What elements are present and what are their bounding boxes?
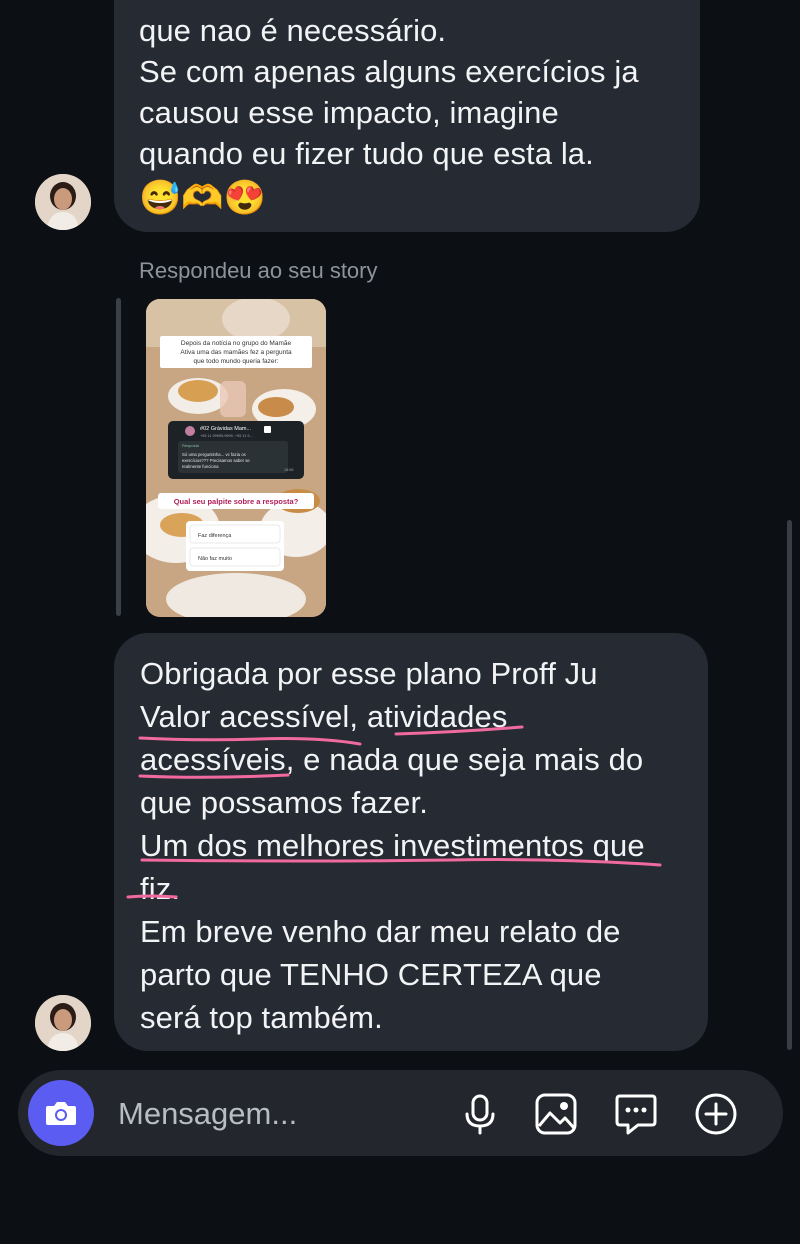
message-input[interactable] xyxy=(116,1091,450,1137)
camera-button[interactable] xyxy=(28,1080,94,1146)
underlined-text: atividades xyxy=(366,699,508,734)
story-option: Faz diferença xyxy=(198,533,232,539)
story-question: Qual seu palpite sobre a resposta? xyxy=(174,497,299,506)
message-line: Valor acessível, atividades xyxy=(140,696,708,737)
story-chat-time: 15:56 xyxy=(284,468,294,472)
story-chat-subtitle: +55 11 99999-9999, +55 11 9... xyxy=(200,434,253,438)
microphone-icon[interactable] xyxy=(458,1092,502,1136)
underlined-text: acessíveis xyxy=(140,742,286,777)
message-text: , xyxy=(349,699,367,734)
story-chat-title: #02 Grávidas Mam... xyxy=(200,426,252,432)
message-bubble[interactable]: Obrigada por esse plano Proff Ju Valor a… xyxy=(114,633,708,1051)
story-thumbnail[interactable]: Depois da notícia no grupo do Mamãe Ativ… xyxy=(146,299,326,617)
add-icon[interactable] xyxy=(694,1092,738,1136)
avatar-image xyxy=(35,174,91,230)
story-header-line: Depois da notícia no grupo do Mamãe xyxy=(181,340,292,347)
story-chat-line: realmente funciona xyxy=(182,464,219,469)
story-header-line: que todo mundo queria fazer: xyxy=(194,358,279,365)
sender-avatar[interactable] xyxy=(35,995,91,1051)
message-text: Em breve venho dar meu relato de xyxy=(140,914,621,949)
image-icon[interactable] xyxy=(534,1092,578,1136)
message-text: será top também. xyxy=(140,1000,383,1035)
reply-indicator-bar xyxy=(116,298,121,616)
message-text: causou esse impacto, imagine xyxy=(139,95,559,130)
message-text: quando eu fizer tudo que esta la. xyxy=(139,136,594,171)
story-option: Não faz muito xyxy=(198,556,232,562)
message-text: Obrigada por esse plano Proff Ju xyxy=(140,656,598,691)
story-chat-sender: Resposta xyxy=(182,443,200,448)
message-text: que nao é necessário. xyxy=(139,13,447,48)
message-emojis: 😅🫶😍 xyxy=(139,179,267,217)
sticker-icon[interactable] xyxy=(614,1092,658,1136)
avatar-image xyxy=(35,995,91,1051)
message-text: parto que TENHO CERTEZA que xyxy=(140,957,602,992)
message-line: fiz. xyxy=(140,868,708,909)
camera-icon xyxy=(46,1102,76,1125)
story-image: Depois da notícia no grupo do Mamãe Ativ… xyxy=(146,299,326,617)
message-line: acessíveis, e nada que seja mais do xyxy=(140,739,708,780)
message-text: que possamos fazer. xyxy=(140,785,428,820)
message-composer xyxy=(18,1070,783,1156)
underlined-text: fiz xyxy=(140,871,172,906)
story-header-line: Ativa uma das mamães fez a pergunta xyxy=(180,349,292,356)
message-text: Se com apenas alguns exercícios ja xyxy=(139,54,639,89)
story-reply-caption: Respondeu ao seu story xyxy=(139,258,378,283)
message-bubble[interactable]: que nao é necessário. Se com apenas algu… xyxy=(114,0,700,232)
story-chat-line: Só uma perguntinha... vc fazia os xyxy=(182,452,246,457)
underlined-text: Um dos melhores investimentos que xyxy=(140,828,645,863)
sender-avatar[interactable] xyxy=(35,174,91,230)
underlined-text: Valor acessível xyxy=(140,699,350,734)
scrollbar[interactable] xyxy=(787,520,792,1050)
story-chat-line: exercícios??? Precisamos saber se xyxy=(182,458,250,463)
message-text: . xyxy=(171,871,181,906)
message-text: , e nada que seja mais do xyxy=(285,742,644,777)
